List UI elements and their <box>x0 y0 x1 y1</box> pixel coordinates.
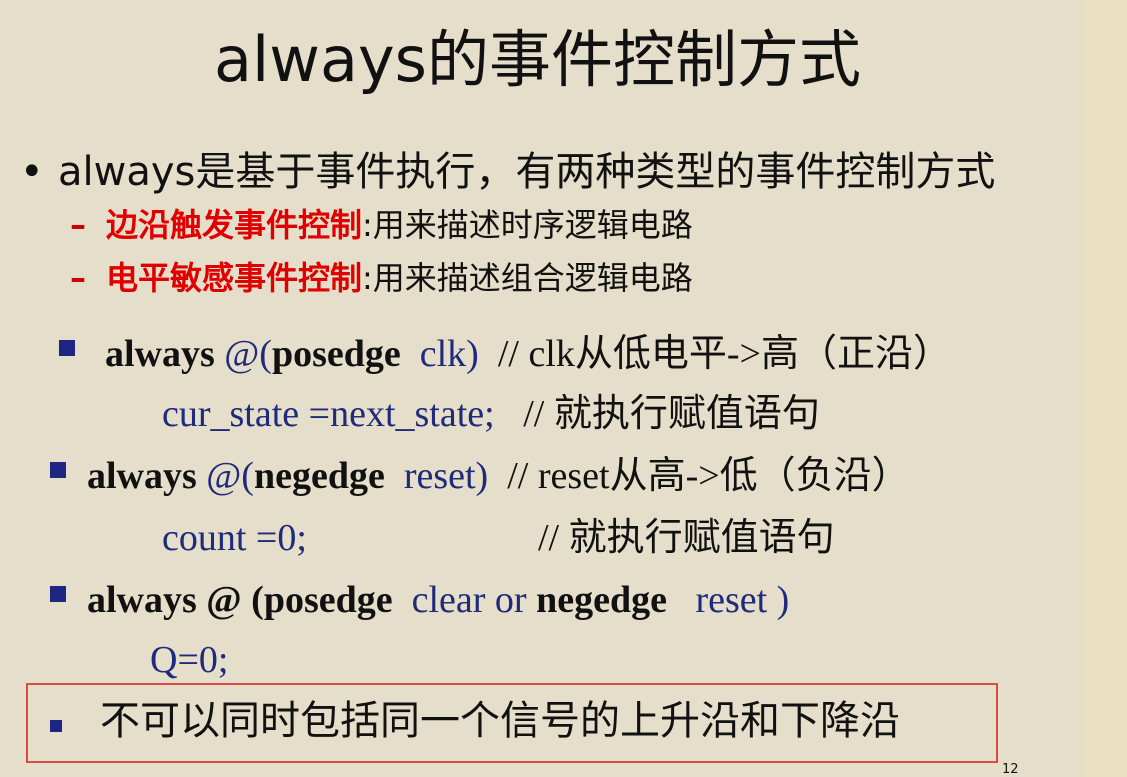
code-line-posedge-clear: always @ (posedge clear or negedge reset… <box>87 576 789 624</box>
page-number: 12 <box>1002 762 1019 777</box>
signal-name: clear or <box>411 579 527 621</box>
open-paren: ( <box>251 579 264 621</box>
at-symbol: @( <box>206 455 254 497</box>
code-body-1: cur_state =next_state; // 就执行赋值语句 <box>162 390 820 438</box>
code-body-3: Q=0; <box>150 636 228 684</box>
signal-name: reset ) <box>695 579 790 621</box>
keyword-posedge: posedge <box>271 333 401 375</box>
main-bullet: • always是基于事件执行，有两种类型的事件控制方式 <box>20 145 995 199</box>
sub-bullet-highlight: 电平敏感事件控制 <box>106 259 363 297</box>
statement: cur_state =next_state; <box>162 393 495 435</box>
sub-bullet-level: – 电平敏感事件控制:用来描述组合逻辑电路 <box>70 256 693 300</box>
slide-side-band <box>1083 0 1127 777</box>
sub-bullet-edge: – 边沿触发事件控制:用来描述时序逻辑电路 <box>70 203 693 247</box>
square-bullet-icon <box>50 462 66 478</box>
keyword-always: always <box>105 333 215 375</box>
square-bullet-icon <box>59 340 75 356</box>
code-comment: // reset从高->低（负沿） <box>507 455 910 497</box>
sub-bullet-rest: :用来描述时序逻辑电路 <box>362 206 693 244</box>
code-body-2-comment: // 就执行赋值语句 <box>538 514 835 562</box>
statement: count =0; <box>162 517 307 559</box>
code-line-posedge-clk: always @(posedge clk) // clk从低电平->高（正沿） <box>105 330 951 378</box>
boxed-note: 不可以同时包括同一个信号的上升沿和下降沿 <box>100 698 900 744</box>
sub-bullet-dash: – <box>70 206 86 244</box>
statement-comment: // 就执行赋值语句 <box>523 393 820 435</box>
at-symbol: @( <box>224 333 272 375</box>
bullet-dot: • <box>20 149 44 195</box>
signal-name: reset) <box>403 455 489 497</box>
code-line-negedge-reset: always @(negedge reset) // reset从高->低（负沿… <box>87 452 910 500</box>
keyword-negedge: negedge <box>536 579 667 621</box>
main-bullet-text: always是基于事件执行，有两种类型的事件控制方式 <box>58 149 996 195</box>
signal-name: clk) <box>419 333 479 375</box>
keyword-always: always <box>87 455 197 497</box>
square-bullet-icon <box>50 586 66 602</box>
slide-title: always的事件控制方式 <box>214 23 861 96</box>
keyword-always: always <box>87 579 197 621</box>
code-comment: // clk从低电平->高（正沿） <box>497 333 951 375</box>
keyword-posedge: posedge <box>263 579 393 621</box>
code-body-2: count =0; <box>162 514 307 562</box>
keyword-negedge: negedge <box>253 455 385 497</box>
statement: Q=0; <box>150 639 229 681</box>
square-bullet-icon <box>50 720 62 732</box>
sub-bullet-dash: – <box>70 259 86 297</box>
sub-bullet-highlight: 边沿触发事件控制 <box>106 206 363 244</box>
statement-comment: // 就执行赋值语句 <box>538 517 835 559</box>
at-symbol: @ <box>206 579 242 621</box>
sub-bullet-rest: :用来描述组合逻辑电路 <box>362 259 693 297</box>
